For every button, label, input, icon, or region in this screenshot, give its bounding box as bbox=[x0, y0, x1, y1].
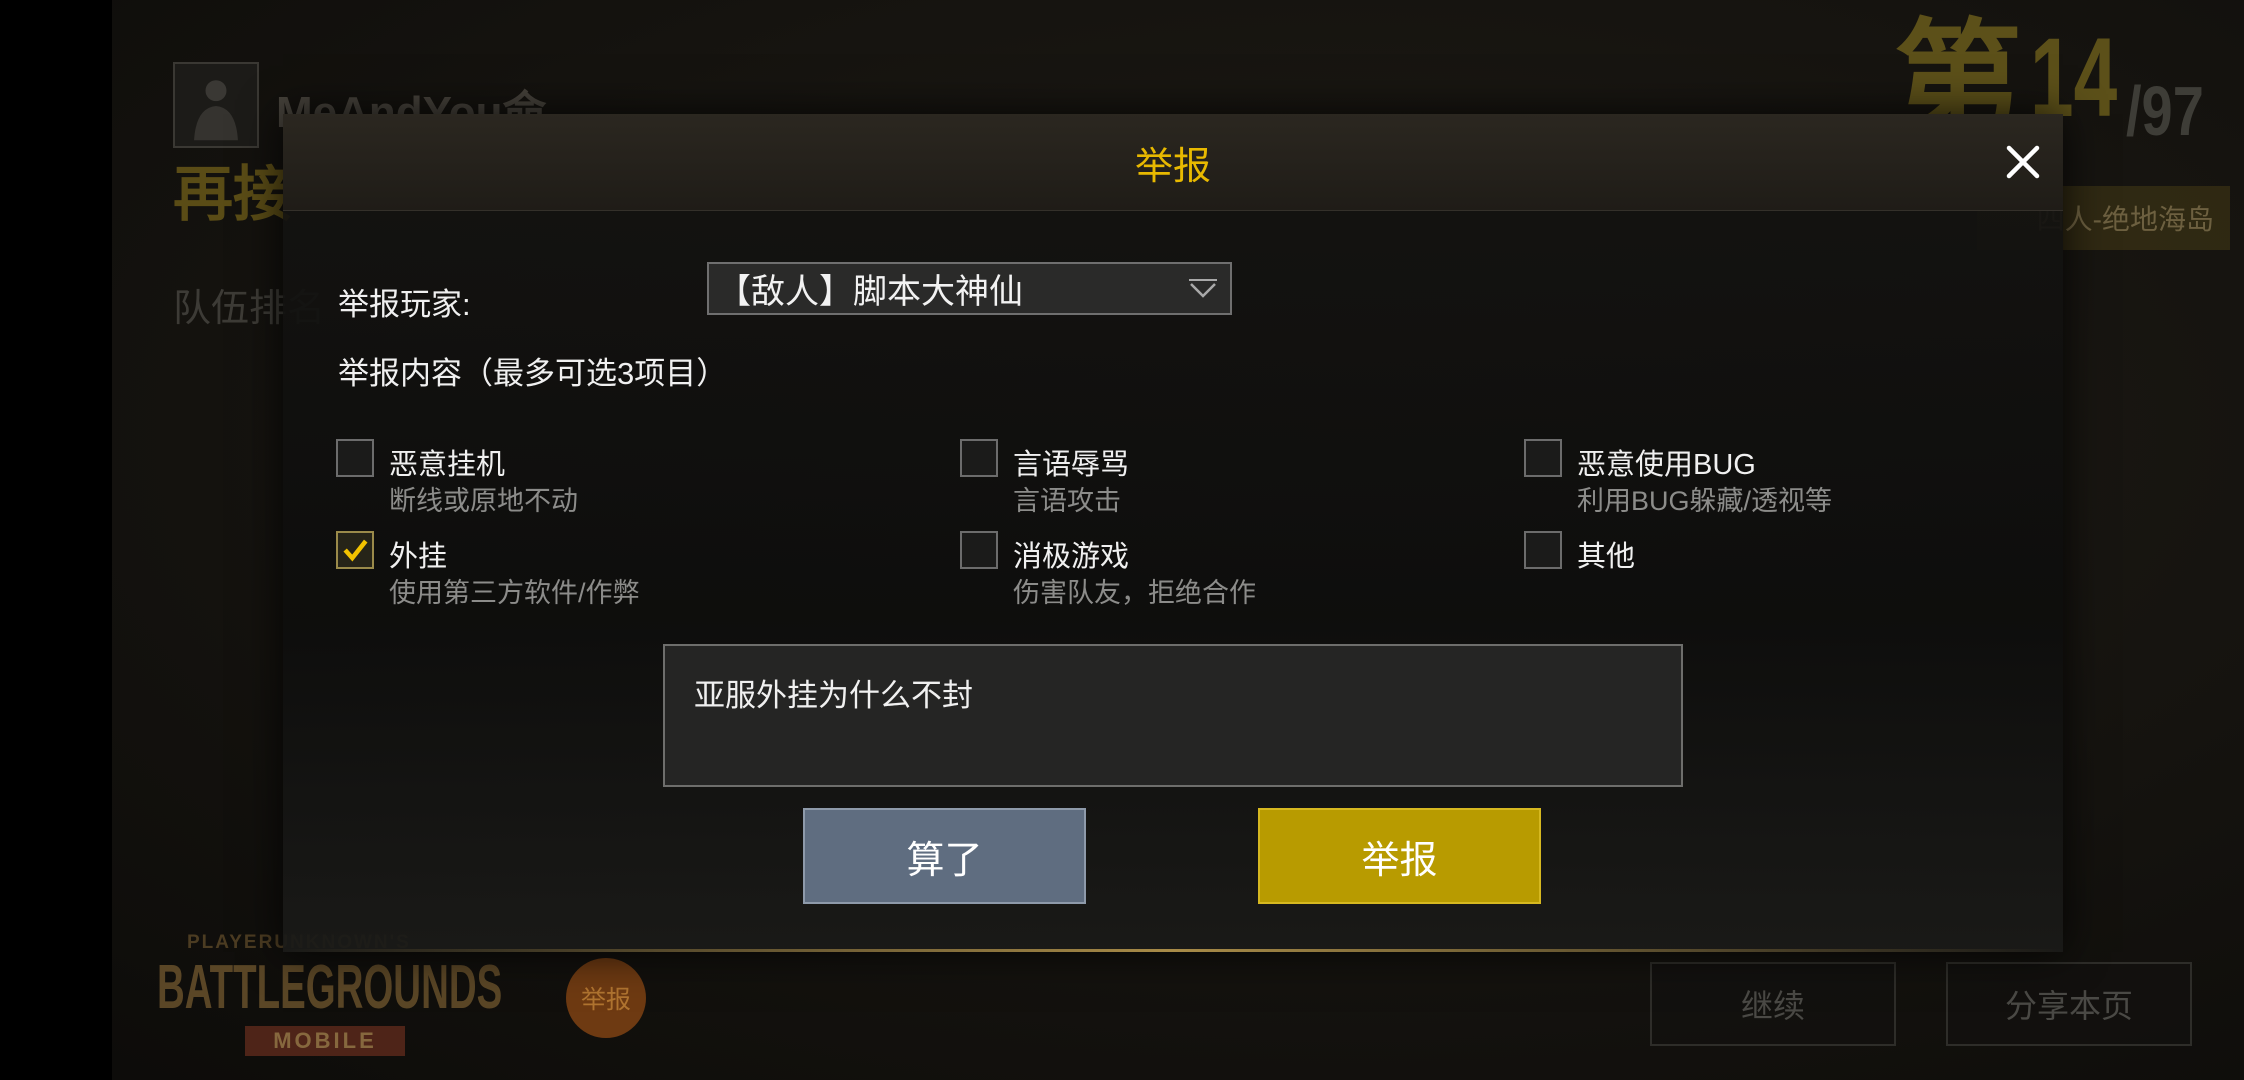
share-page-button[interactable]: 分享本页 bbox=[1946, 962, 2192, 1046]
player-select-dropdown[interactable]: 【敌人】脚本大神仙 bbox=[707, 262, 1232, 315]
option-description: 伤害队友，拒绝合作 bbox=[1013, 578, 1256, 608]
checkbox[interactable] bbox=[1524, 439, 1562, 477]
option-other[interactable]: 其他 bbox=[1524, 531, 2044, 611]
checkbox[interactable] bbox=[336, 531, 374, 569]
checkmark-icon bbox=[343, 539, 368, 562]
checkbox[interactable] bbox=[336, 439, 374, 477]
submit-report-button[interactable]: 举报 bbox=[1258, 808, 1541, 904]
checkbox[interactable] bbox=[1524, 531, 1562, 569]
player-select-value: 【敌人】脚本大神仙 bbox=[717, 273, 1023, 311]
option-description: 言语攻击 bbox=[1013, 486, 1121, 516]
report-dialog: 举报 举报玩家: 【敌人】脚本大神仙 举报内容（最多可选3项目） 恶意挂机 断线… bbox=[283, 114, 2063, 952]
chevron-down-icon bbox=[1189, 279, 1217, 298]
result-slogan: 再接 bbox=[173, 161, 293, 228]
report-content-label: 举报内容（最多可选3项目） bbox=[338, 356, 728, 391]
checkbox[interactable] bbox=[960, 531, 998, 569]
option-description: 断线或原地不动 bbox=[389, 486, 578, 516]
logo-sub-text: MOBILE bbox=[245, 1026, 405, 1056]
option-cheating[interactable]: 外挂 使用第三方软件/作弊 bbox=[336, 531, 856, 611]
option-label: 其他 bbox=[1577, 541, 1636, 573]
option-label: 言语辱骂 bbox=[1013, 449, 1130, 481]
option-label: 恶意使用BUG bbox=[1577, 449, 1756, 481]
cancel-button[interactable]: 算了 bbox=[803, 808, 1086, 904]
option-label: 消极游戏 bbox=[1013, 541, 1130, 573]
option-description: 利用BUG躲藏/透视等 bbox=[1577, 486, 1833, 516]
avatar-figure-icon bbox=[194, 80, 238, 141]
report-player-label: 举报玩家: bbox=[338, 287, 471, 322]
option-negative-play[interactable]: 消极游戏 伤害队友，拒绝合作 bbox=[960, 531, 1480, 611]
option-verbal-abuse[interactable]: 言语辱骂 言语攻击 bbox=[960, 439, 1480, 519]
dialog-title: 举报 bbox=[1134, 145, 1211, 188]
match-mode-text: 四人-绝地海岛 bbox=[2036, 204, 2214, 235]
option-bug-abuse[interactable]: 恶意使用BUG 利用BUG躲藏/透视等 bbox=[1524, 439, 2044, 519]
option-description: 使用第三方软件/作弊 bbox=[389, 578, 640, 608]
report-comment-text: 亚服外挂为什么不封 bbox=[694, 678, 973, 713]
logo-main-text: BATTLEGROUNDS bbox=[157, 953, 503, 1022]
rank-total: /97 bbox=[2126, 72, 2204, 150]
option-malicious-afk[interactable]: 恶意挂机 断线或原地不动 bbox=[336, 439, 856, 519]
report-circle-button[interactable]: 举报 bbox=[566, 958, 646, 1038]
left-black-band bbox=[0, 0, 112, 1080]
option-label: 恶意挂机 bbox=[389, 449, 506, 481]
close-icon[interactable] bbox=[2001, 140, 2045, 184]
report-comment-textarea[interactable]: 亚服外挂为什么不封 bbox=[663, 644, 1683, 787]
option-label: 外挂 bbox=[389, 541, 448, 573]
checkbox[interactable] bbox=[960, 439, 998, 477]
continue-button[interactable]: 继续 bbox=[1650, 962, 1896, 1046]
player-avatar bbox=[173, 62, 259, 148]
